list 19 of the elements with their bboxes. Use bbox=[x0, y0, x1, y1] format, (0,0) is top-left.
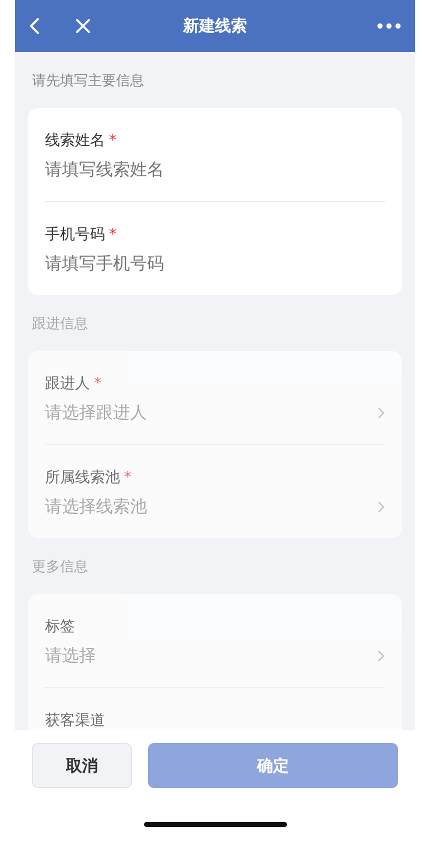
section-heading: 更多信息 bbox=[31, 558, 89, 577]
field-label: 线索姓名 * bbox=[45, 130, 118, 150]
input-field[interactable]: 请填写手机号码 bbox=[45, 252, 385, 276]
section-heading: 请先填写主要信息 bbox=[31, 72, 145, 91]
field-label: 标签 bbox=[45, 616, 76, 636]
more-icon[interactable] bbox=[377, 23, 401, 29]
chevron-right-icon bbox=[377, 501, 385, 513]
section-heading: 跟进信息 bbox=[31, 315, 89, 334]
field-label: 获客渠道 bbox=[45, 710, 106, 730]
field-label: 手机号码 * bbox=[45, 224, 118, 244]
chevron-right-icon bbox=[377, 650, 385, 662]
input-field[interactable]: 请填写线索姓名 bbox=[45, 158, 385, 182]
field-label: 跟进人 * bbox=[45, 373, 102, 393]
page-title: 新建线索 bbox=[183, 15, 247, 37]
close-icon[interactable] bbox=[75, 18, 91, 34]
cancel-button[interactable]: 取消 bbox=[32, 743, 132, 788]
field-label: 所属线索池 * bbox=[45, 467, 132, 487]
chevron-right-icon bbox=[377, 407, 385, 419]
back-icon[interactable] bbox=[29, 17, 41, 35]
